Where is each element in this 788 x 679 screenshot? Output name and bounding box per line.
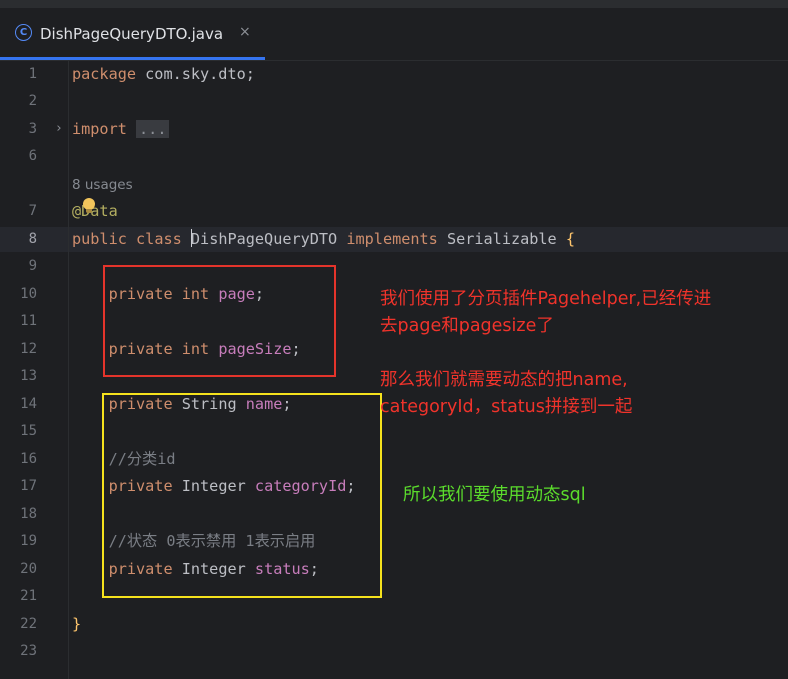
- interface-name: Serializable: [446, 230, 557, 248]
- line-number: 18: [20, 506, 37, 522]
- code-line-package[interactable]: package com.sky.dto;: [72, 64, 255, 84]
- annotation-note-dynamic-sql: 所以我们要使用动态sql: [403, 485, 586, 505]
- line-number: 22: [20, 616, 37, 632]
- line-number: 21: [20, 588, 37, 604]
- line-number: 1: [28, 66, 37, 82]
- gutter-separator: [68, 61, 69, 679]
- line-number: 15: [20, 423, 37, 439]
- brace: }: [72, 615, 82, 633]
- line-number: 16: [20, 451, 37, 467]
- keyword: implements: [346, 230, 438, 248]
- tab-dishpagequerydto[interactable]: C DishPageQueryDTO.java ×: [0, 8, 265, 60]
- line-number: 9: [28, 258, 37, 274]
- note-line: 我们使用了分页插件Pagehelper,已经传进: [380, 289, 712, 309]
- line-number-current: 8: [28, 231, 37, 247]
- note-line: 去page和pagesize了: [380, 316, 554, 336]
- line-number: 3: [28, 121, 37, 137]
- tab-label: DishPageQueryDTO.java: [40, 25, 224, 43]
- yellow-highlight-box: [102, 393, 382, 598]
- class-name: DishPageQueryDTO: [190, 230, 338, 248]
- keyword: public: [72, 230, 127, 248]
- line-number: 12: [20, 341, 37, 357]
- editor-tab-bar: C DishPageQueryDTO.java ×: [0, 8, 788, 61]
- usages-hint[interactable]: 8 usages: [72, 175, 133, 195]
- close-icon[interactable]: ×: [239, 22, 251, 42]
- line-number: 23: [20, 643, 37, 659]
- line-number: 6: [28, 148, 37, 164]
- collapsed-imports[interactable]: ...: [136, 120, 170, 138]
- package-name: com.sky.dto;: [136, 65, 255, 83]
- line-number: 7: [28, 203, 37, 219]
- line-number: 10: [20, 286, 37, 302]
- keyword: package: [72, 65, 137, 83]
- brace: {: [565, 230, 576, 248]
- window-top-strip: [0, 0, 788, 8]
- annotation-note-pagehelper: 我们使用了分页插件Pagehelper,已经传进 去page和pagesize了: [380, 286, 711, 340]
- red-highlight-box: [103, 265, 336, 377]
- note-line: 那么我们就需要动态的把name,: [380, 370, 628, 390]
- code-line-class-declaration[interactable]: public class DishPageQueryDTO implements…: [72, 229, 575, 249]
- line-number: 14: [20, 396, 37, 412]
- line-number: 2: [28, 93, 37, 109]
- note-line: categoryId，status拼接到一起: [380, 397, 633, 417]
- class-c-icon: C: [15, 24, 32, 41]
- lightbulb-icon[interactable]: [83, 198, 95, 213]
- code-line-import[interactable]: import ...: [72, 119, 170, 139]
- line-number: 20: [20, 561, 37, 577]
- line-number: 17: [20, 478, 37, 494]
- line-number: 13: [20, 368, 37, 384]
- line-number: 19: [20, 533, 37, 549]
- fold-chevron-right-icon[interactable]: ›: [53, 121, 65, 137]
- keyword: class: [136, 230, 182, 248]
- active-tab-indicator: [0, 57, 265, 60]
- keyword: import: [72, 120, 127, 138]
- line-number: 11: [20, 313, 37, 329]
- annotation-note-dynamic: 那么我们就需要动态的把name, categoryId，status拼接到一起: [380, 367, 632, 421]
- code-line-close-brace[interactable]: }: [72, 614, 81, 634]
